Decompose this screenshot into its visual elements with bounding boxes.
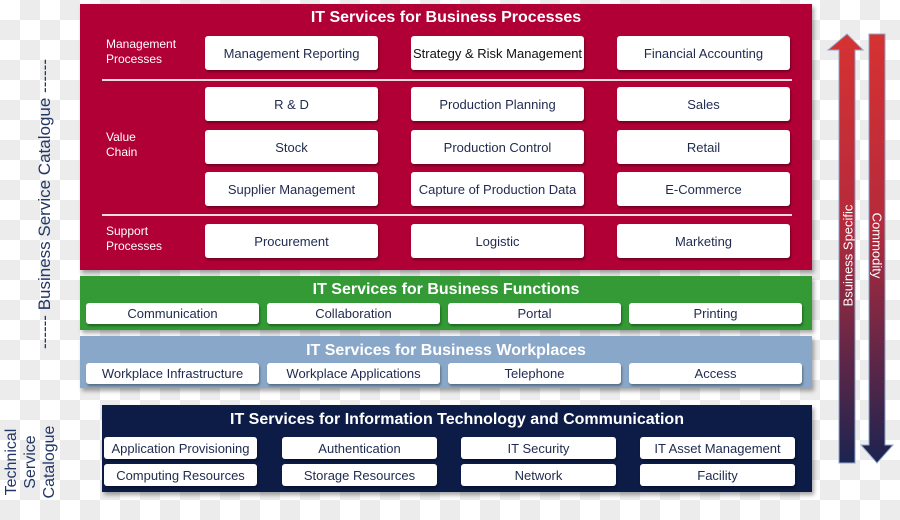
- service-access[interactable]: Access: [629, 363, 802, 384]
- management-processes-label: Management Processes: [106, 37, 177, 66]
- service-capture-production-data[interactable]: Capture of Production Data: [411, 172, 584, 206]
- service-r-and-d[interactable]: R & D: [205, 87, 378, 121]
- business-functions-title: IT Services for Business Functions: [312, 281, 580, 298]
- technical-service-catalogue-label: Technical Service Catalogue: [3, 425, 58, 499]
- value-chain-label: Value Chain: [106, 130, 138, 159]
- service-it-security[interactable]: IT Security: [461, 437, 616, 459]
- business-processes-title: IT Services for Business Processes: [310, 9, 582, 26]
- service-network[interactable]: Network: [461, 464, 616, 486]
- support-processes-label: Support Processes: [106, 224, 163, 253]
- service-collaboration[interactable]: Collaboration: [267, 303, 440, 324]
- ict-title: IT Services for Information Technology a…: [230, 411, 684, 428]
- service-telephone[interactable]: Telephone: [448, 363, 621, 384]
- service-it-asset-management[interactable]: IT Asset Management: [640, 437, 795, 459]
- business-specific-label: Bsuiness Specific: [840, 204, 856, 307]
- service-authentication[interactable]: Authentication: [282, 437, 437, 459]
- service-stock[interactable]: Stock: [205, 130, 378, 164]
- service-workplace-infrastructure[interactable]: Workplace Infrastructure: [86, 363, 259, 384]
- service-communication[interactable]: Communication: [86, 303, 259, 324]
- service-production-planning[interactable]: Production Planning: [411, 87, 584, 121]
- separator: [102, 214, 792, 216]
- service-application-provisioning[interactable]: Application Provisioning: [104, 437, 257, 459]
- service-marketing[interactable]: Marketing: [617, 224, 790, 258]
- service-management-reporting[interactable]: Management Reporting: [205, 36, 378, 70]
- service-storage-resources[interactable]: Storage Resources: [282, 464, 437, 486]
- service-printing[interactable]: Printing: [629, 303, 802, 324]
- business-functions-section: IT Services for Business Functions Commu…: [80, 276, 812, 330]
- commodity-label: Commodity: [869, 212, 885, 279]
- service-e-commerce[interactable]: E-Commerce: [617, 172, 790, 206]
- business-processes-section: IT Services for Business Processes Manag…: [80, 4, 812, 270]
- service-strategy-risk-management[interactable]: Strategy & Risk Management: [411, 36, 584, 70]
- separator: [102, 79, 792, 81]
- service-production-control[interactable]: Production Control: [411, 130, 584, 164]
- arrows-graphic: [826, 33, 895, 464]
- service-portal[interactable]: Portal: [448, 303, 621, 324]
- service-procurement[interactable]: Procurement: [205, 224, 378, 258]
- business-workplaces-section: IT Services for Business Workplaces Work…: [80, 336, 812, 388]
- ict-section: IT Services for Information Technology a…: [102, 405, 812, 492]
- service-logistic[interactable]: Logistic: [411, 224, 584, 258]
- service-retail[interactable]: Retail: [617, 130, 790, 164]
- service-financial-accounting[interactable]: Financial Accounting: [617, 36, 790, 70]
- service-computing-resources[interactable]: Computing Resources: [104, 464, 257, 486]
- service-workplace-applications[interactable]: Workplace Applications: [267, 363, 440, 384]
- service-facility[interactable]: Facility: [640, 464, 795, 486]
- business-service-catalogue-label: ------ Business Service Catalogue ------: [35, 59, 54, 349]
- business-workplaces-title: IT Services for Business Workplaces: [306, 342, 586, 359]
- service-supplier-management[interactable]: Supplier Management: [205, 172, 378, 206]
- service-sales[interactable]: Sales: [617, 87, 790, 121]
